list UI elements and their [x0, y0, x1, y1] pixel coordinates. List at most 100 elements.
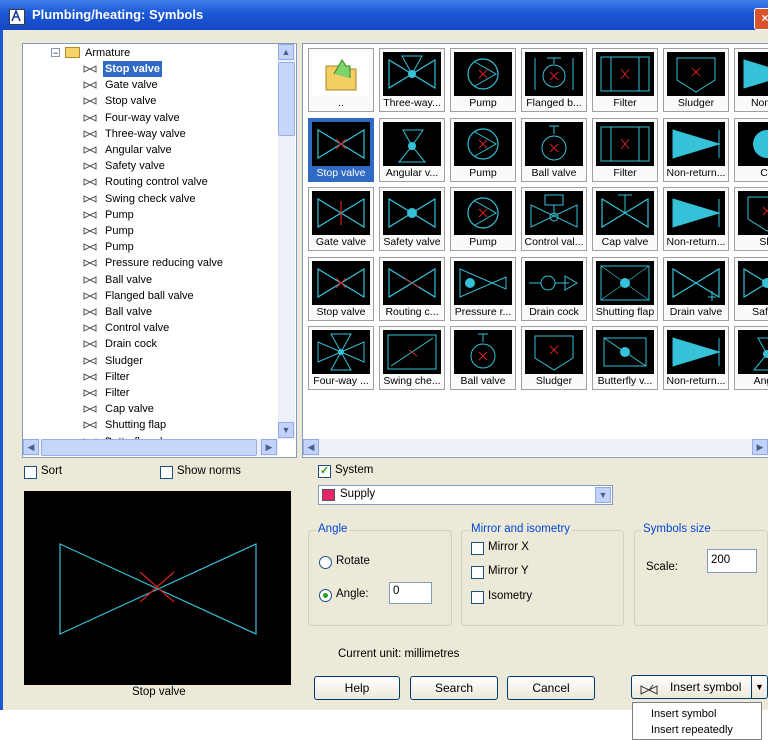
scale-input[interactable]: 200: [707, 549, 757, 573]
symbol-tile[interactable]: Sludger: [663, 48, 729, 112]
help-button[interactable]: Help: [314, 676, 400, 700]
symbol-tile[interactable]: Swing che...: [379, 326, 445, 390]
symbol-tile[interactable]: Stop valve: [308, 117, 374, 182]
tree-item[interactable]: Ball valve: [23, 304, 278, 320]
system-select[interactable]: Supply ▼: [318, 485, 613, 505]
chevron-down-icon[interactable]: ▼: [595, 487, 611, 503]
tree-item[interactable]: Ball valve: [23, 272, 278, 288]
cancel-button[interactable]: Cancel: [507, 676, 595, 700]
symbol-tile[interactable]: Gate valve: [308, 187, 374, 251]
symbol-tile[interactable]: Flanged b...: [521, 48, 587, 112]
mirror-x-checkbox[interactable]: [471, 542, 484, 555]
scroll-left-button[interactable]: ◀: [23, 439, 39, 455]
symbol-tile[interactable]: Safety valve: [379, 187, 445, 251]
mirror-y-checkbox[interactable]: [471, 566, 484, 579]
tree-item[interactable]: Stop valve: [23, 61, 278, 77]
isometry-checkbox[interactable]: [471, 591, 484, 604]
symbol-tile[interactable]: Four-way ...: [308, 326, 374, 390]
symbol-tile[interactable]: Sludger: [521, 326, 587, 390]
tree-item[interactable]: Routing control valve: [23, 174, 278, 190]
tree-item-label: Ball valve: [105, 273, 153, 286]
symbol-tile[interactable]: Stop valve: [308, 256, 374, 321]
grid-horizontal-scrollbar[interactable]: ◀ ▶: [303, 439, 768, 456]
tree-item[interactable]: Swing check valve: [23, 191, 278, 207]
symbol-tree[interactable]: − Armature Stop valve Gate valve Stop valv…: [22, 43, 297, 458]
tree-item[interactable]: Stop valve: [23, 93, 278, 109]
tree-item[interactable]: Three-way valve: [23, 126, 278, 142]
valve-icon: [83, 403, 97, 415]
tree-item[interactable]: Filter: [23, 385, 278, 401]
system-checkbox[interactable]: [318, 464, 331, 478]
scroll-thumb[interactable]: [41, 439, 257, 456]
search-button[interactable]: Search: [410, 676, 498, 700]
symbol-tile[interactable]: Cap valve: [592, 187, 658, 251]
angle-group: [308, 530, 452, 626]
symbol-tile[interactable]: Butterfly v...: [592, 326, 658, 390]
tree-item[interactable]: Flanged ball valve: [23, 288, 278, 304]
symbol-tile[interactable]: Non-return...: [663, 187, 729, 251]
menu-item-insert-symbol[interactable]: Insert symbol: [651, 708, 716, 720]
tree-item[interactable]: Filter: [23, 369, 278, 385]
valve-icon: [83, 176, 97, 188]
show-norms-checkbox[interactable]: [160, 466, 173, 479]
symbol-tile[interactable]: Slu: [734, 187, 768, 251]
menu-item-insert-repeatedly[interactable]: Insert repeatedly: [651, 724, 733, 736]
insert-dropdown-button[interactable]: ▼: [751, 675, 768, 699]
tree-horizontal-scrollbar[interactable]: ◀ ▶: [23, 439, 278, 456]
tree-item[interactable]: Sludger: [23, 353, 278, 369]
angle-radio[interactable]: [319, 589, 332, 602]
system-color-swatch: [322, 489, 335, 501]
symbol-tile[interactable]: Non-return...: [663, 117, 729, 182]
symbol-tile[interactable]: Control val...: [521, 187, 587, 251]
scroll-up-button[interactable]: ▲: [278, 44, 294, 60]
scroll-right-button[interactable]: ▶: [261, 439, 277, 455]
tree-item[interactable]: Shutting flap: [23, 417, 278, 433]
scroll-down-button[interactable]: ▼: [278, 422, 294, 438]
symbol-tile[interactable]: Pump: [450, 48, 516, 112]
tree-item[interactable]: Pump: [23, 207, 278, 223]
close-button[interactable]: ×: [754, 8, 768, 30]
symbol-tile[interactable]: Non-re: [734, 48, 768, 112]
tree-item[interactable]: Gate valve: [23, 77, 278, 93]
symbol-tile[interactable]: Shutting flap: [592, 256, 658, 321]
tree-item[interactable]: Drain cock: [23, 336, 278, 352]
tree-item[interactable]: Pump: [23, 223, 278, 239]
collapse-icon[interactable]: −: [51, 48, 60, 58]
tree-item[interactable]: Angular valve: [23, 142, 278, 158]
symbol-tile[interactable]: Ball valve: [450, 326, 516, 390]
tree-item[interactable]: Pump: [23, 239, 278, 255]
scroll-thumb[interactable]: [278, 62, 295, 136]
tree-item[interactable]: Cap valve: [23, 401, 278, 417]
angle-input[interactable]: 0: [389, 582, 432, 604]
symbol-tile[interactable]: Safety: [734, 256, 768, 321]
symbol-grid[interactable]: .. Three-way... Pump Flanged b... Filter Slud…: [302, 43, 768, 458]
tree-vertical-scrollbar[interactable]: ▲ ▼: [278, 44, 295, 439]
rotate-radio[interactable]: [319, 556, 332, 569]
symbol-tile[interactable]: Pressure r...: [450, 256, 516, 321]
scroll-left-button[interactable]: ◀: [303, 439, 319, 455]
pump-icon: [454, 191, 512, 235]
symbol-tile[interactable]: Filter: [592, 117, 658, 182]
symbol-tile[interactable]: Filter: [592, 48, 658, 112]
symbol-tile[interactable]: Pump: [450, 117, 516, 182]
insert-symbol-button[interactable]: Insert symbol: [631, 675, 752, 699]
symbol-tile[interactable]: Pump: [450, 187, 516, 251]
tree-item[interactable]: Safety valve: [23, 158, 278, 174]
tree-item[interactable]: Four-way valve: [23, 110, 278, 126]
symbol-tile[interactable]: Ball valve: [521, 117, 587, 182]
symbol-tile[interactable]: Drain valve: [663, 256, 729, 321]
tree-item-label: Ball valve: [105, 306, 153, 318]
tree-item[interactable]: Control valve: [23, 320, 278, 336]
sort-checkbox[interactable]: [24, 466, 37, 479]
symbol-tile[interactable]: ..: [308, 48, 374, 112]
symbol-tile[interactable]: Routing c...: [379, 256, 445, 321]
symbol-tile[interactable]: Angular v...: [379, 117, 445, 182]
symbol-tile[interactable]: Three-way...: [379, 48, 445, 112]
symbol-tile[interactable]: Non-return...: [663, 326, 729, 390]
symbol-tile[interactable]: Drain cock: [521, 256, 587, 321]
scroll-right-button[interactable]: ▶: [752, 439, 768, 455]
tree-item[interactable]: Pressure reducing valve: [23, 255, 278, 271]
symbol-tile[interactable]: Angle: [734, 326, 768, 390]
symbol-tile[interactable]: Co: [734, 117, 768, 182]
safety-valve-icon: [383, 191, 441, 235]
